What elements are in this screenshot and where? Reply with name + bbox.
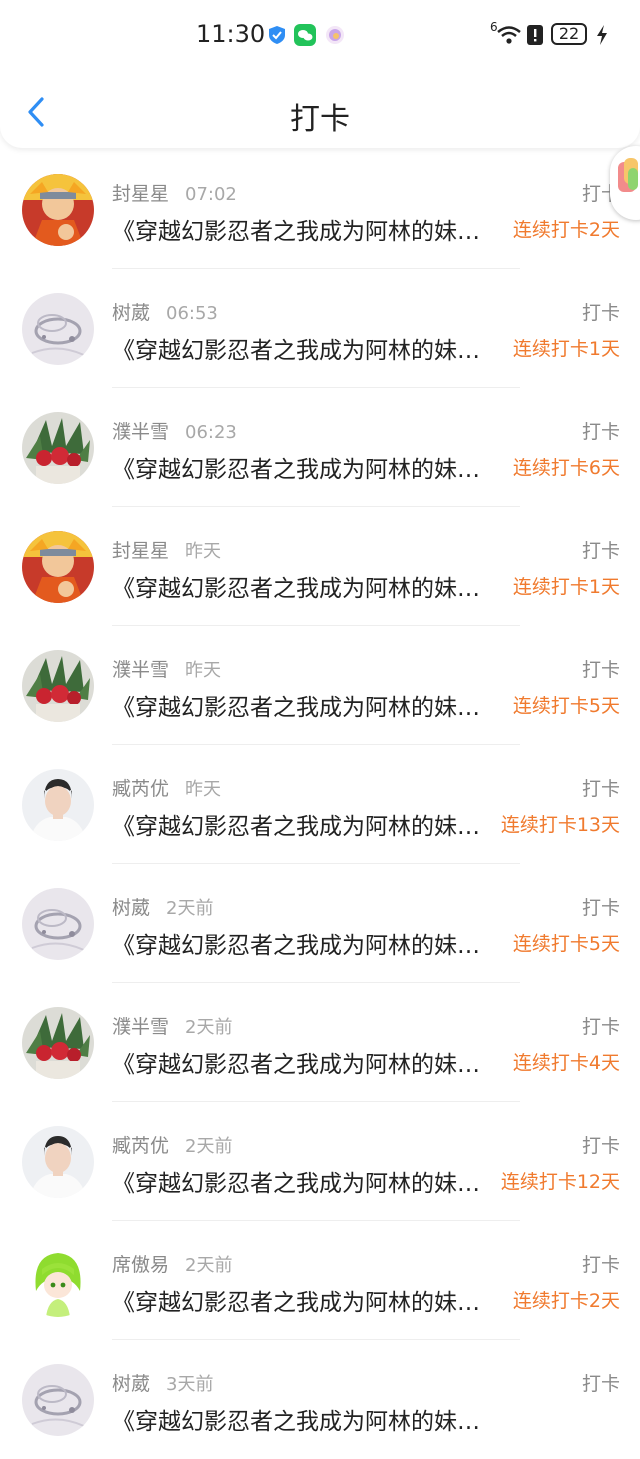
list-item[interactable]: 封星星 07:02 打卡 《穿越幻影忍者之我成为阿林的妹妹》 连续打卡2天	[0, 150, 640, 269]
checkin-list: 封星星 07:02 打卡 《穿越幻影忍者之我成为阿林的妹妹》 连续打卡2天 树葳 0…	[0, 150, 640, 1459]
book-title[interactable]: 《穿越幻影忍者之我成为阿林的妹妹》	[112, 1283, 502, 1317]
list-item[interactable]: 濮半雪 昨天 打卡 《穿越幻影忍者之我成为阿林的妹妹》 连续打卡5天	[0, 626, 640, 745]
timestamp: 06:23	[185, 422, 237, 443]
list-item[interactable]: 树葳 2天前 打卡 《穿越幻影忍者之我成为阿林的妹妹》 连续打卡5天	[0, 864, 640, 983]
user-name[interactable]: 树葳	[112, 1373, 150, 1395]
book-title[interactable]: 《穿越幻影忍者之我成为阿林的妹妹》	[112, 331, 502, 365]
timestamp: 06:53	[166, 303, 218, 324]
checkin-tag: 打卡	[581, 1016, 620, 1038]
avatar[interactable]	[22, 531, 94, 603]
list-item[interactable]: 濮半雪 2天前 打卡 《穿越幻影忍者之我成为阿林的妹妹》 连续打卡4天	[0, 983, 640, 1102]
streak-label: 连续打卡12天	[500, 1171, 620, 1193]
user-name[interactable]: 臧芮优	[112, 1135, 169, 1157]
user-name[interactable]: 臧芮优	[112, 778, 169, 800]
wechat-icon	[294, 24, 316, 46]
user-name[interactable]: 濮半雪	[112, 1016, 169, 1038]
checkin-tag: 打卡	[581, 1135, 620, 1157]
timestamp: 昨天	[185, 779, 222, 800]
checkin-tag: 打卡	[581, 659, 620, 681]
book-title[interactable]: 《穿越幻影忍者之我成为阿林的妹妹》	[112, 1164, 482, 1198]
book-title[interactable]: 《穿越幻影忍者之我成为阿林的妹妹》	[112, 688, 502, 722]
timestamp: 07:02	[185, 184, 237, 205]
timestamp: 2天前	[185, 1255, 233, 1276]
timestamp: 昨天	[185, 660, 222, 681]
user-name[interactable]: 树葳	[112, 897, 150, 919]
timestamp: 2天前	[185, 1136, 233, 1157]
book-title[interactable]: 《穿越幻影忍者之我成为阿林的妹妹》	[112, 807, 482, 841]
list-item[interactable]: 树葳 06:53 打卡 《穿越幻影忍者之我成为阿林的妹妹》 连续打卡1天	[0, 269, 640, 388]
floating-action-button[interactable]	[610, 146, 640, 220]
checkin-tag: 打卡	[581, 421, 620, 443]
book-title[interactable]: 《穿越幻影忍者之我成为阿林的妹妹》	[112, 569, 502, 603]
timestamp: 昨天	[185, 541, 222, 562]
book-title[interactable]: 《穿越幻影忍者之我成为阿林的妹妹》	[112, 1045, 502, 1079]
book-title[interactable]: 《穿越幻影忍者之我成为阿林的妹妹》	[112, 212, 502, 246]
streak-label: 连续打卡6天	[512, 457, 620, 479]
streak-label: 连续打卡1天	[512, 576, 620, 598]
list-item[interactable]: 树葳 3天前 打卡 《穿越幻影忍者之我成为阿林的妹妹》	[0, 1340, 640, 1459]
list-item[interactable]: 臧芮优 2天前 打卡 《穿越幻影忍者之我成为阿林的妹妹》 连续打卡12天	[0, 1102, 640, 1221]
checkin-tag: 打卡	[581, 302, 620, 324]
avatar[interactable]	[22, 1126, 94, 1198]
status-bar: 11:30 6 22	[0, 18, 640, 54]
list-item[interactable]: 濮半雪 06:23 打卡 《穿越幻影忍者之我成为阿林的妹妹》 连续打卡6天	[0, 388, 640, 507]
streak-label: 连续打卡1天	[512, 338, 620, 360]
avatar[interactable]	[22, 1007, 94, 1079]
alert-icon	[526, 24, 548, 46]
page-title: 打卡	[290, 102, 350, 137]
streak-label: 连续打卡13天	[500, 814, 620, 836]
checkin-tag: 打卡	[581, 1373, 620, 1395]
streak-label: 连续打卡5天	[512, 695, 620, 717]
avatar[interactable]	[22, 293, 94, 365]
circle-app-icon	[324, 24, 346, 46]
avatar[interactable]	[22, 650, 94, 722]
user-name[interactable]: 濮半雪	[112, 421, 169, 443]
timestamp: 2天前	[166, 898, 214, 919]
avatar[interactable]	[22, 412, 94, 484]
streak-label: 连续打卡2天	[512, 219, 620, 241]
book-title[interactable]: 《穿越幻影忍者之我成为阿林的妹妹》	[112, 1402, 502, 1436]
checkin-tag: 打卡	[581, 897, 620, 919]
user-name[interactable]: 封星星	[112, 183, 169, 205]
user-name[interactable]: 封星星	[112, 540, 169, 562]
user-name[interactable]: 树葳	[112, 302, 150, 324]
wifi-icon	[496, 24, 522, 46]
book-title[interactable]: 《穿越幻影忍者之我成为阿林的妹妹》	[112, 926, 502, 960]
list-item[interactable]: 封星星 昨天 打卡 《穿越幻影忍者之我成为阿林的妹妹》 连续打卡1天	[0, 507, 640, 626]
timestamp: 3天前	[166, 1374, 214, 1395]
avatar[interactable]	[22, 769, 94, 841]
user-name[interactable]: 濮半雪	[112, 659, 169, 681]
charging-icon	[594, 24, 610, 46]
book-title[interactable]: 《穿越幻影忍者之我成为阿林的妹妹》	[112, 450, 502, 484]
checkin-tag: 打卡	[581, 778, 620, 800]
streak-label: 连续打卡4天	[512, 1052, 620, 1074]
avatar[interactable]	[22, 888, 94, 960]
checkin-tag: 打卡	[581, 1254, 620, 1276]
avatar[interactable]	[22, 1364, 94, 1436]
list-item[interactable]: 臧芮优 昨天 打卡 《穿越幻影忍者之我成为阿林的妹妹》 连续打卡13天	[0, 745, 640, 864]
streak-label: 连续打卡2天	[512, 1290, 620, 1312]
checkin-tag: 打卡	[581, 540, 620, 562]
user-name[interactable]: 席傲易	[112, 1254, 169, 1276]
avatar[interactable]	[22, 174, 94, 246]
top-bar: 11:30 6 22 打卡	[0, 0, 640, 148]
streak-label: 连续打卡5天	[512, 933, 620, 955]
shield-icon	[266, 24, 288, 46]
list-item[interactable]: 席傲易 2天前 打卡 《穿越幻影忍者之我成为阿林的妹妹》 连续打卡2天	[0, 1221, 640, 1340]
timestamp: 2天前	[185, 1017, 233, 1038]
battery-icon: 22	[551, 23, 587, 45]
status-time: 11:30	[196, 20, 266, 48]
avatar[interactable]	[22, 1245, 94, 1317]
